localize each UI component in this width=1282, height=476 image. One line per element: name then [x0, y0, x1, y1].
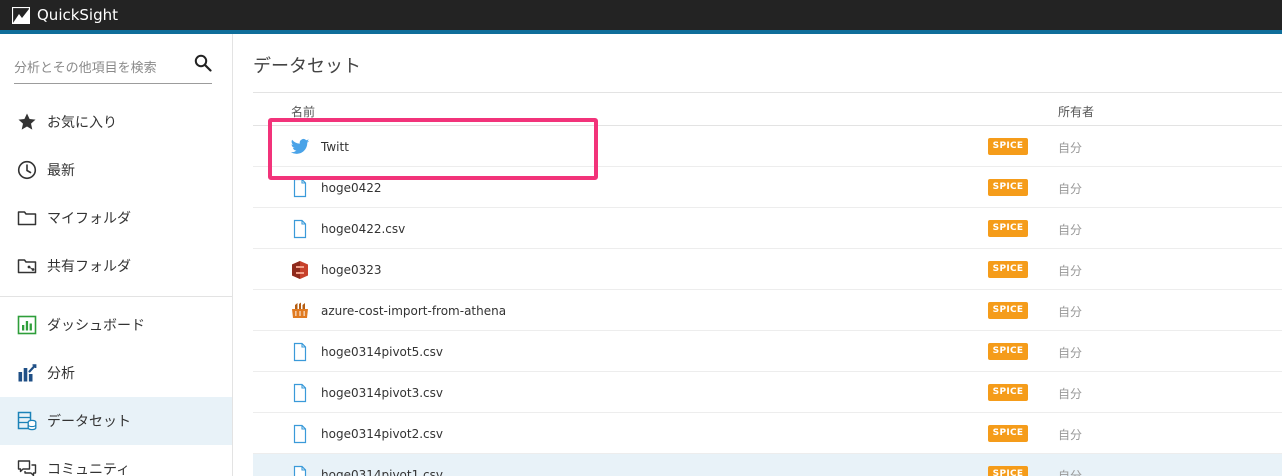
sidebar-item-shared-folders[interactable]: 共有フォルダ [0, 242, 232, 290]
dataset-icon [17, 411, 37, 431]
spice-badge: SPICE [988, 384, 1028, 401]
owner-label: 自分 [1058, 346, 1083, 360]
file-icon [293, 178, 307, 198]
dashboard-icon [17, 315, 37, 335]
table-row[interactable]: hoge0314pivot3.csv SPICE 自分 [253, 372, 1282, 413]
sidebar-divider [0, 296, 232, 297]
dataset-name[interactable]: hoge0422.csv [321, 222, 405, 236]
dataset-name[interactable]: Twitt [321, 140, 349, 154]
clock-icon [17, 160, 37, 180]
sidebar-item-label: お気に入り [47, 115, 117, 131]
owner-label: 自分 [1058, 305, 1083, 319]
table-row[interactable]: hoge0314pivot5.csv SPICE 自分 [253, 331, 1282, 372]
file-icon [293, 465, 307, 476]
owner-label: 自分 [1058, 182, 1083, 196]
table-row[interactable]: hoge0314pivot1.csv SPICE 自分 [253, 454, 1282, 476]
sidebar-item-community[interactable]: コミュニティ [0, 445, 232, 476]
owner-label: 自分 [1058, 223, 1083, 237]
s3-icon [292, 261, 308, 279]
sidebar-item-label: ダッシュボード [47, 318, 145, 334]
dataset-name[interactable]: hoge0314pivot2.csv [321, 427, 443, 441]
dataset-name[interactable]: hoge0323 [321, 263, 382, 277]
search-icon[interactable] [194, 54, 212, 72]
spice-badge: SPICE [988, 466, 1028, 476]
sidebar-item-my-folders[interactable]: マイフォルダ [0, 194, 232, 242]
sidebar-item-label: 最新 [47, 163, 75, 179]
dataset-name[interactable]: hoge0314pivot3.csv [321, 386, 443, 400]
community-icon [17, 460, 37, 476]
owner-label: 自分 [1058, 469, 1083, 476]
dataset-name[interactable]: hoge0314pivot5.csv [321, 345, 443, 359]
owner-label: 自分 [1058, 141, 1083, 155]
brand[interactable]: QuickSight [12, 6, 118, 24]
search-box [14, 52, 212, 84]
star-icon [18, 113, 36, 130]
file-icon [293, 383, 307, 403]
owner-label: 自分 [1058, 387, 1083, 401]
page-title: データセット [253, 56, 361, 77]
athena-icon [292, 302, 308, 318]
table-row[interactable]: Twitt SPICE 自分 [253, 126, 1282, 167]
sidebar-item-datasets[interactable]: データセット [0, 397, 232, 445]
folder-icon [17, 211, 37, 226]
table-row[interactable]: azure-cost-import-from-athena SPICE 自分 [253, 290, 1282, 331]
table-row[interactable]: hoge0314pivot2.csv SPICE 自分 [253, 413, 1282, 454]
sidebar-item-label: データセット [47, 414, 131, 430]
analysis-icon [18, 364, 37, 382]
spice-badge: SPICE [988, 179, 1028, 196]
sidebar: お気に入り 最新 マイフォルダ 共有フォルダ ダッシュボード [0, 34, 233, 476]
column-header-owner[interactable]: 所有者 [1058, 103, 1094, 120]
dataset-name[interactable]: hoge0314pivot1.csv [321, 468, 443, 476]
column-header-name[interactable]: 名前 [291, 103, 315, 120]
dataset-name[interactable]: hoge0422 [321, 181, 382, 195]
file-icon [293, 342, 307, 362]
main-content: データセット 名前 所有者 Twitt SPICE 自分 hoge0422 SP… [233, 34, 1282, 476]
table-header: 名前 所有者 [253, 92, 1282, 126]
sidebar-item-label: マイフォルダ [47, 211, 131, 227]
spice-badge: SPICE [988, 220, 1028, 237]
search-input[interactable] [14, 58, 184, 78]
file-icon [293, 424, 307, 444]
twitter-icon [290, 139, 310, 154]
spice-badge: SPICE [988, 261, 1028, 278]
table-row[interactable]: hoge0323 SPICE 自分 [253, 249, 1282, 290]
spice-badge: SPICE [988, 138, 1028, 155]
sidebar-item-analyses[interactable]: 分析 [0, 349, 232, 397]
quicksight-logo-icon [12, 6, 30, 24]
sidebar-item-label: コミュニティ [47, 462, 131, 476]
sidebar-item-label: 分析 [47, 366, 75, 382]
sidebar-item-label: 共有フォルダ [47, 259, 131, 275]
top-bar: QuickSight [0, 0, 1282, 30]
sidebar-item-recent[interactable]: 最新 [0, 146, 232, 194]
sidebar-item-favorites[interactable]: お気に入り [0, 98, 232, 146]
app-title: QuickSight [37, 6, 119, 24]
spice-badge: SPICE [988, 343, 1028, 360]
shared-folder-icon [17, 259, 37, 274]
sidebar-item-dashboards[interactable]: ダッシュボード [0, 301, 232, 349]
table-row[interactable]: hoge0422.csv SPICE 自分 [253, 208, 1282, 249]
table-row[interactable]: hoge0422 SPICE 自分 [253, 167, 1282, 208]
spice-badge: SPICE [988, 425, 1028, 442]
owner-label: 自分 [1058, 264, 1083, 278]
owner-label: 自分 [1058, 428, 1083, 442]
file-icon [293, 219, 307, 239]
spice-badge: SPICE [988, 302, 1028, 319]
dataset-name[interactable]: azure-cost-import-from-athena [321, 304, 506, 318]
